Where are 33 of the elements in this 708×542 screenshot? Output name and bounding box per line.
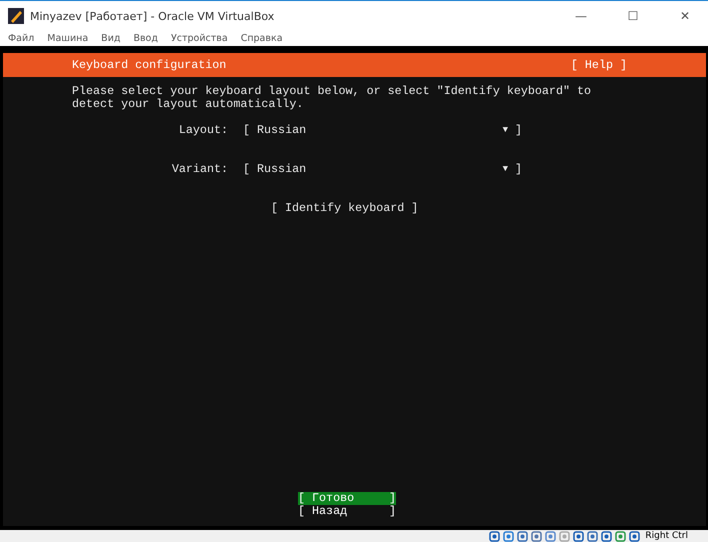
status-icon[interactable] bbox=[573, 530, 584, 542]
header-title: Keyboard configuration bbox=[72, 58, 226, 72]
status-icon[interactable] bbox=[615, 530, 626, 542]
menu-item[interactable]: Машина bbox=[47, 33, 88, 44]
menu-item[interactable]: Устройства bbox=[170, 33, 228, 44]
window-control[interactable]: ✕ bbox=[662, 9, 708, 23]
help-button[interactable]: [ Help ] bbox=[570, 58, 627, 72]
status-icon[interactable] bbox=[531, 530, 542, 542]
action-button[interactable]: [ Готово ] bbox=[298, 492, 396, 505]
field-label: Layout: bbox=[178, 124, 228, 137]
menu-item[interactable]: Ввод bbox=[133, 33, 158, 44]
status-icon[interactable] bbox=[545, 530, 556, 542]
identify-keyboard-button[interactable]: [ Identify keyboard ] bbox=[271, 202, 418, 215]
dropdown[interactable]: [ Russian ▼ ] bbox=[243, 124, 522, 137]
menu-item[interactable]: Файл bbox=[8, 33, 34, 44]
app-icon bbox=[8, 8, 24, 24]
status-icon[interactable] bbox=[587, 530, 598, 542]
status-icon[interactable] bbox=[503, 530, 514, 542]
window-control[interactable]: — bbox=[558, 9, 604, 23]
instruction-text: Please select your keyboard layout below, or select "Identify keyboard" to bbox=[72, 85, 592, 98]
field-label: Variant: bbox=[170, 163, 228, 176]
menu-item[interactable]: Вид bbox=[101, 33, 120, 44]
window-title: Minyazev [Работает] - Oracle VM VirtualBox bbox=[30, 10, 276, 22]
window-control[interactable]: ☐ bbox=[610, 9, 656, 23]
status-icon[interactable] bbox=[517, 530, 528, 542]
action-button[interactable]: [ Назад ] bbox=[298, 505, 396, 518]
status-icon[interactable] bbox=[489, 530, 500, 542]
dropdown[interactable]: [ Russian ▼ ] bbox=[243, 163, 522, 176]
instruction-text: detect your layout automatically. bbox=[72, 98, 304, 111]
status-icon[interactable] bbox=[629, 530, 640, 542]
status-icon[interactable] bbox=[601, 530, 612, 542]
host-key-label: Right Ctrl bbox=[645, 531, 688, 541]
menu-item[interactable]: Справка bbox=[240, 33, 283, 44]
